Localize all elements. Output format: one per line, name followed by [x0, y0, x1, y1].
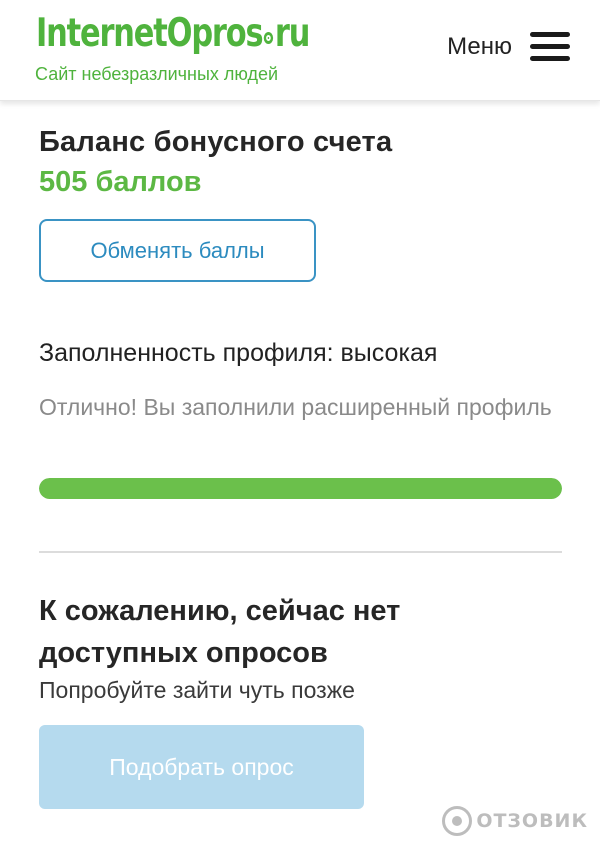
logo-text-internet: Internet: [36, 11, 168, 56]
otzovik-logo-icon: [442, 806, 473, 836]
balance-title: Баланс бонусного счета: [39, 126, 393, 158]
balance-value: 505 баллов: [39, 166, 202, 198]
menu-button[interactable]: Меню: [447, 32, 570, 62]
logo-text-opros: Opros: [166, 11, 264, 56]
logo-dot-icon: [263, 32, 274, 44]
otzovik-watermark: ОТЗОВИК: [442, 806, 588, 836]
profile-progress-fill: [39, 478, 562, 499]
site-logo[interactable]: InternetOpros ru: [36, 10, 310, 58]
menu-label: Меню: [447, 33, 512, 60]
profile-fill-description: Отлично! Вы заполнили расширенный профил…: [39, 394, 552, 420]
logo-text-ru: ru: [274, 11, 310, 56]
exchange-points-button[interactable]: Обменять баллы: [39, 219, 316, 282]
section-divider: [39, 551, 562, 553]
site-tagline: Сайт небезразличных людей: [35, 64, 279, 84]
pick-survey-button[interactable]: Подобрать опрос: [39, 725, 364, 809]
watermark-text: ОТЗОВИК: [476, 810, 588, 832]
profile-progress-bar: [39, 478, 562, 499]
hamburger-menu-icon[interactable]: [530, 32, 570, 62]
no-surveys-title: К сожалению, сейчас нет доступных опросо…: [39, 595, 401, 669]
profile-fill-title: Заполненность профиля: высокая: [39, 339, 438, 367]
no-surveys-subtitle: Попробуйте зайти чуть позже: [39, 677, 355, 703]
site-header: InternetOpros ru Сайт небезразличных люде…: [0, 0, 600, 101]
